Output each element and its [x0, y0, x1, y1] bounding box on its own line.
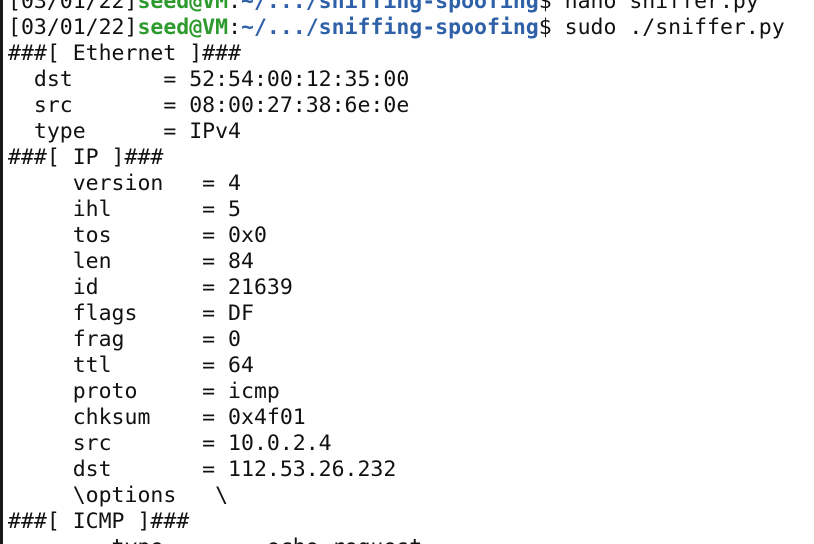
previous-path: ~/.../sniffing-spoofing — [241, 0, 539, 14]
output-line: dst = 52:54:00:12:35:00 — [8, 67, 410, 92]
prompt-command: sudo ./sniffer.py — [564, 15, 785, 40]
prompt-path: ~/.../sniffing-spoofing — [241, 15, 539, 40]
previous-timestamp: [03/01/22] — [8, 0, 138, 14]
output-line: ihl = 5 — [8, 197, 241, 222]
output-line: type = IPv4 — [8, 119, 241, 144]
output-line: version = 4 — [8, 171, 241, 196]
prompt-user-host: seed@VM — [137, 15, 229, 40]
output-line: src = 08:00:27:38:6e:0e — [8, 93, 410, 118]
prompt-line: [03/01/22]seed@VM:~/.../sniffing-spoofin… — [8, 15, 785, 41]
prompt-timestamp: [03/01/22] — [8, 15, 138, 40]
output-line: flags = DF — [8, 301, 254, 326]
previous-user-host: seed@VM — [137, 0, 229, 14]
output-line: type = echo-request — [8, 535, 785, 544]
output-line: chksum = 0x4f01 — [8, 405, 306, 430]
previous-command-line: [03/01/22]seed@VM:~/.../sniffing-spoofin… — [8, 0, 785, 15]
previous-dollar: $ — [538, 0, 565, 14]
output-line: tos = 0x0 — [8, 223, 267, 248]
output-line: id = 21639 — [8, 275, 293, 300]
prompt-separator: : — [228, 15, 242, 40]
output-line: ###[ ICMP ]### — [8, 509, 190, 534]
output-line: len = 84 — [8, 249, 254, 274]
terminal-output: [03/01/22]seed@VM:~/.../sniffing-spoofin… — [8, 0, 785, 544]
previous-command: nano sniffer.py — [564, 0, 759, 14]
output-line: ###[ Ethernet ]### — [8, 41, 241, 66]
output-line: ttl = 64 — [8, 353, 254, 378]
output-line: \options \ — [8, 483, 229, 508]
output-line: frag = 0 — [8, 327, 241, 352]
output-line: dst = 112.53.26.232 — [8, 457, 397, 482]
output-line: proto = icmp — [8, 379, 280, 404]
previous-separator: : — [228, 0, 242, 14]
output-line: ###[ IP ]### — [8, 145, 164, 170]
terminal-window[interactable]: [03/01/22]seed@VM:~/.../sniffing-spoofin… — [0, 0, 814, 544]
prompt-dollar: $ — [538, 15, 565, 40]
output-line: src = 10.0.2.4 — [8, 431, 332, 456]
